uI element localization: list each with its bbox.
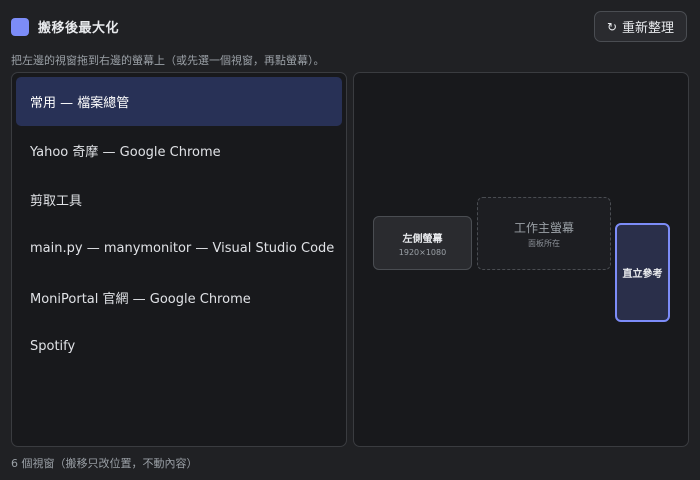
monitor-left-resolution: 1920×1080	[398, 247, 447, 257]
monitor-main: 工作主螢幕 面板所在	[477, 197, 611, 270]
monitor-left[interactable]: 左側螢幕 1920×1080	[373, 216, 472, 270]
monitor-main-note: 面板所在	[528, 238, 560, 248]
app-logo-icon	[11, 17, 29, 36]
app-window: 搬移後最大化 ↻ 重新整理 把左邊的視窗拖到右邊的螢幕上（或先選一個視窗，再點螢…	[0, 0, 700, 480]
window-list-item[interactable]: MoniPortal 官網 — Google Chrome	[16, 273, 342, 322]
monitor-layout-panel: 左側螢幕 1920×1080 工作主螢幕 面板所在 直立參考	[353, 72, 689, 447]
refresh-icon: ↻	[606, 19, 618, 34]
monitor-left-name: 左側螢幕	[402, 233, 443, 245]
window-list-item[interactable]: 剪取工具	[16, 175, 342, 224]
refresh-button[interactable]: ↻ 重新整理	[594, 11, 687, 42]
app-title: 搬移後最大化	[38, 21, 120, 36]
window-list-item[interactable]: main.py — manymonitor — Visual Studio Co…	[16, 224, 342, 273]
window-list-item[interactable]: Spotify	[16, 322, 342, 371]
title-bar: 搬移後最大化	[11, 17, 119, 36]
window-list: 常用 — 檔案總管 Yahoo 奇摩 — Google Chrome 剪取工具 …	[11, 72, 347, 447]
refresh-button-label: 重新整理	[622, 21, 675, 36]
status-footer: 6 個視窗（搬移只改位置，不動內容）	[11, 457, 198, 470]
window-list-item[interactable]: Yahoo 奇摩 — Google Chrome	[16, 126, 342, 175]
monitor-vertical-name: 直立參考	[622, 269, 663, 280]
instructions-text: 把左邊的視窗拖到右邊的螢幕上（或先選一個視窗，再點螢幕）。	[11, 54, 325, 67]
monitor-main-name: 工作主螢幕	[513, 220, 574, 235]
monitor-vertical[interactable]: 直立參考	[615, 223, 670, 322]
window-list-item[interactable]: 常用 — 檔案總管	[16, 77, 342, 126]
